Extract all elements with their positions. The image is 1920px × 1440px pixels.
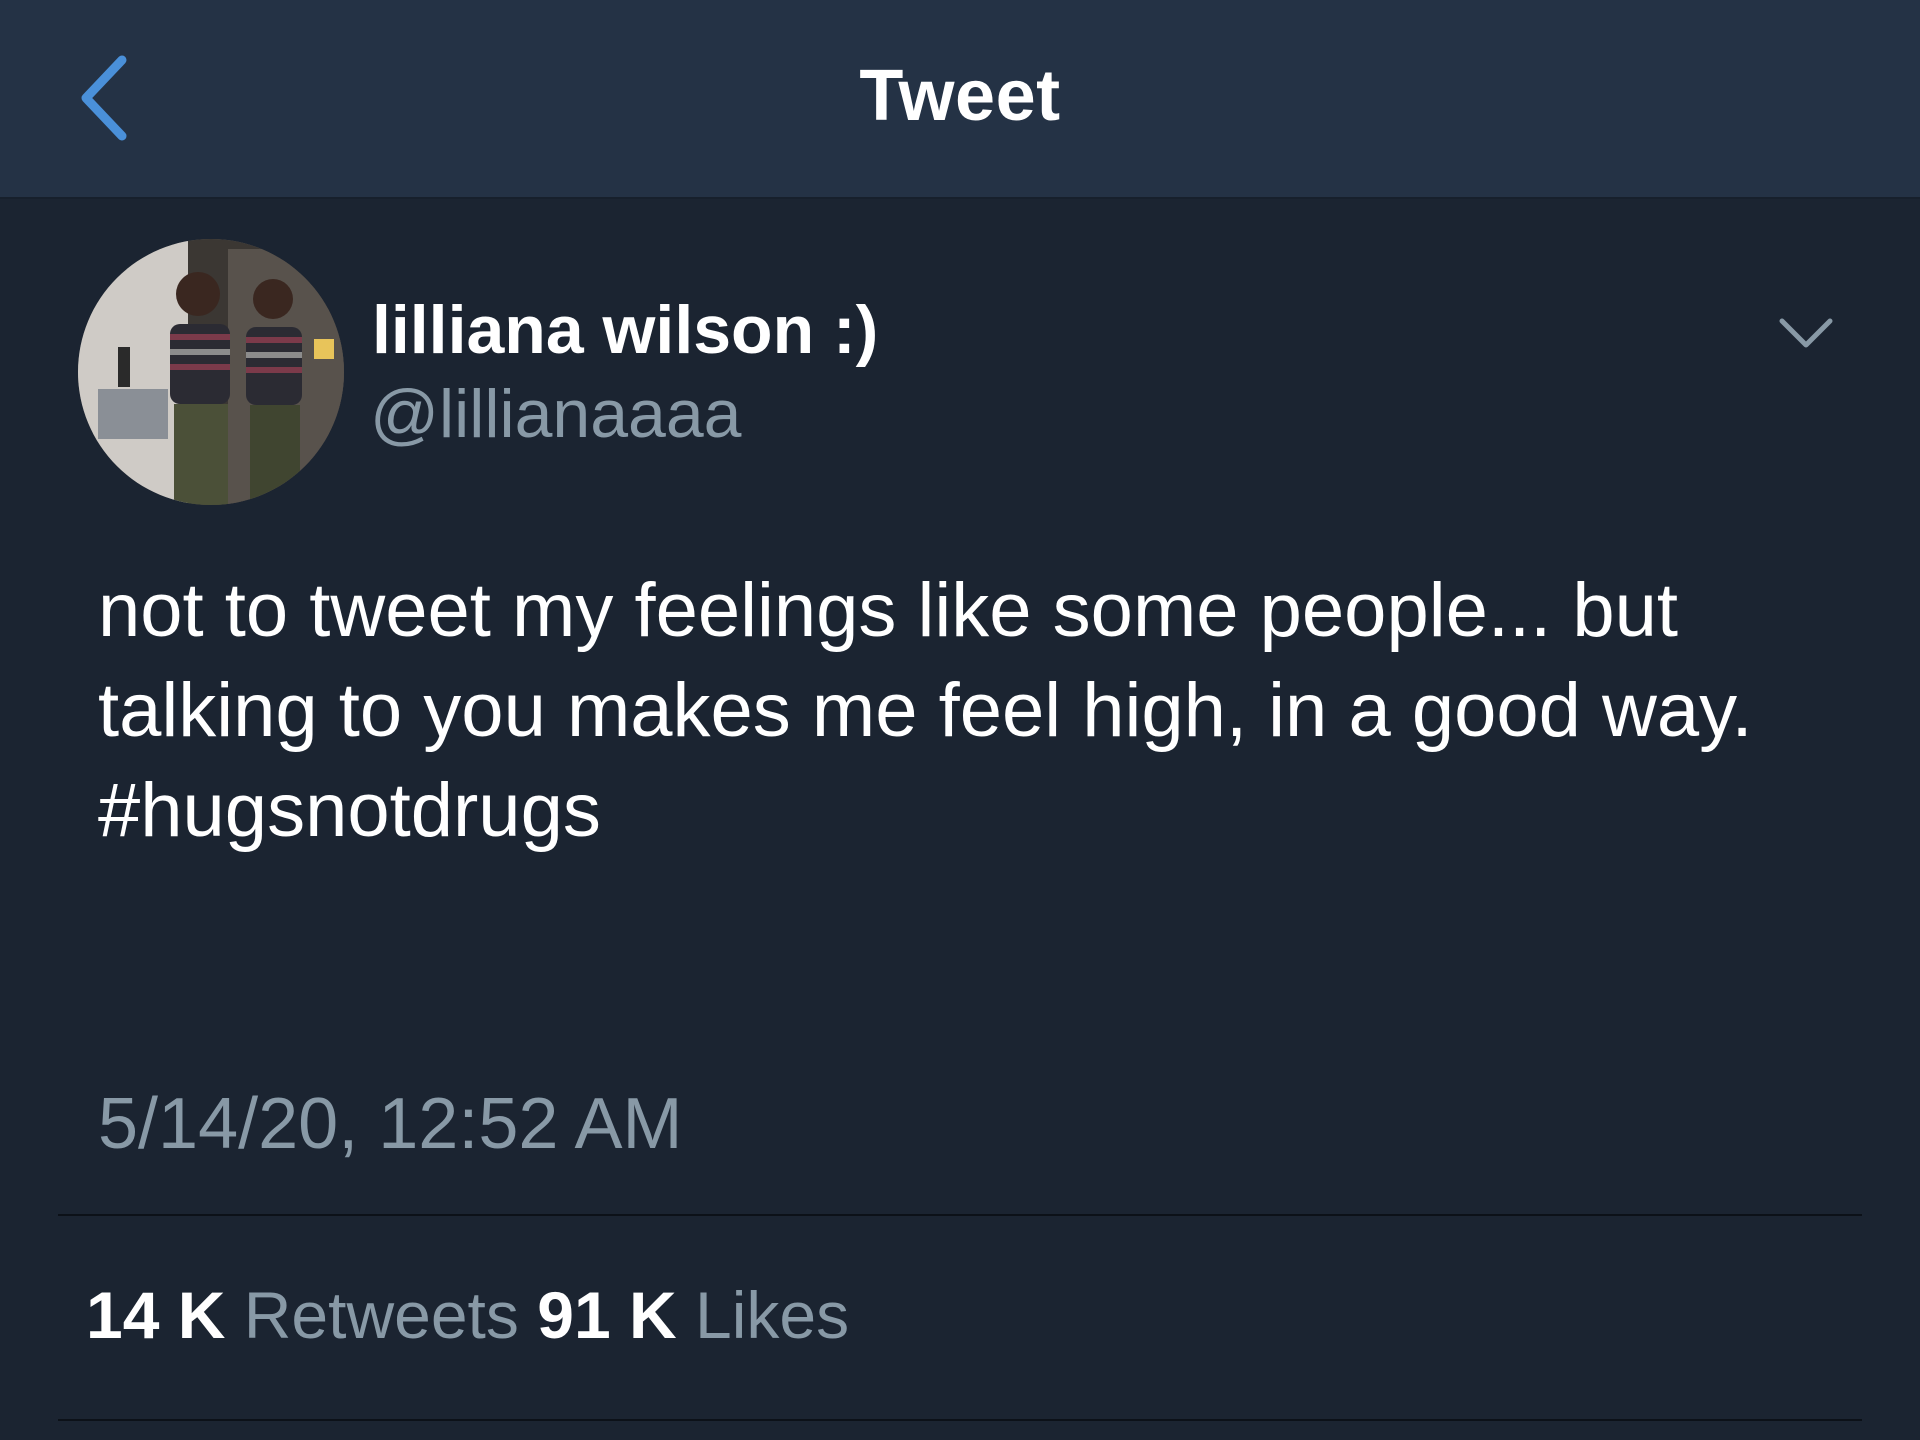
page-title: Tweet	[859, 56, 1061, 136]
more-options-button[interactable]	[1776, 309, 1836, 359]
retweets-stat[interactable]: 14 K Retweets	[86, 1277, 519, 1353]
likes-label: Likes	[695, 1278, 850, 1352]
tweet-detail: lilliana wilson :) @lillianaaaa not to t…	[0, 199, 1920, 1440]
display-name[interactable]: lilliana wilson :)	[372, 291, 878, 369]
divider	[58, 1419, 1862, 1421]
retweets-count: 14 K	[86, 1278, 226, 1352]
navigation-bar: Tweet	[0, 0, 1920, 199]
avatar[interactable]	[78, 239, 344, 505]
likes-count: 91 K	[537, 1278, 677, 1352]
username-handle[interactable]: @lillianaaaa	[370, 375, 741, 453]
divider	[58, 1214, 1862, 1216]
likes-stat[interactable]: 91 K Likes	[537, 1277, 849, 1353]
engagement-stats: 14 K Retweets 91 K Likes	[86, 1277, 849, 1353]
tweet-text: not to tweet my feelings like some peopl…	[98, 568, 1753, 853]
tweet-timestamp: 5/14/20, 12:52 AM	[98, 1084, 683, 1164]
profile-photo	[78, 239, 344, 505]
chevron-down-icon	[1779, 318, 1833, 348]
retweets-label: Retweets	[243, 1278, 519, 1352]
